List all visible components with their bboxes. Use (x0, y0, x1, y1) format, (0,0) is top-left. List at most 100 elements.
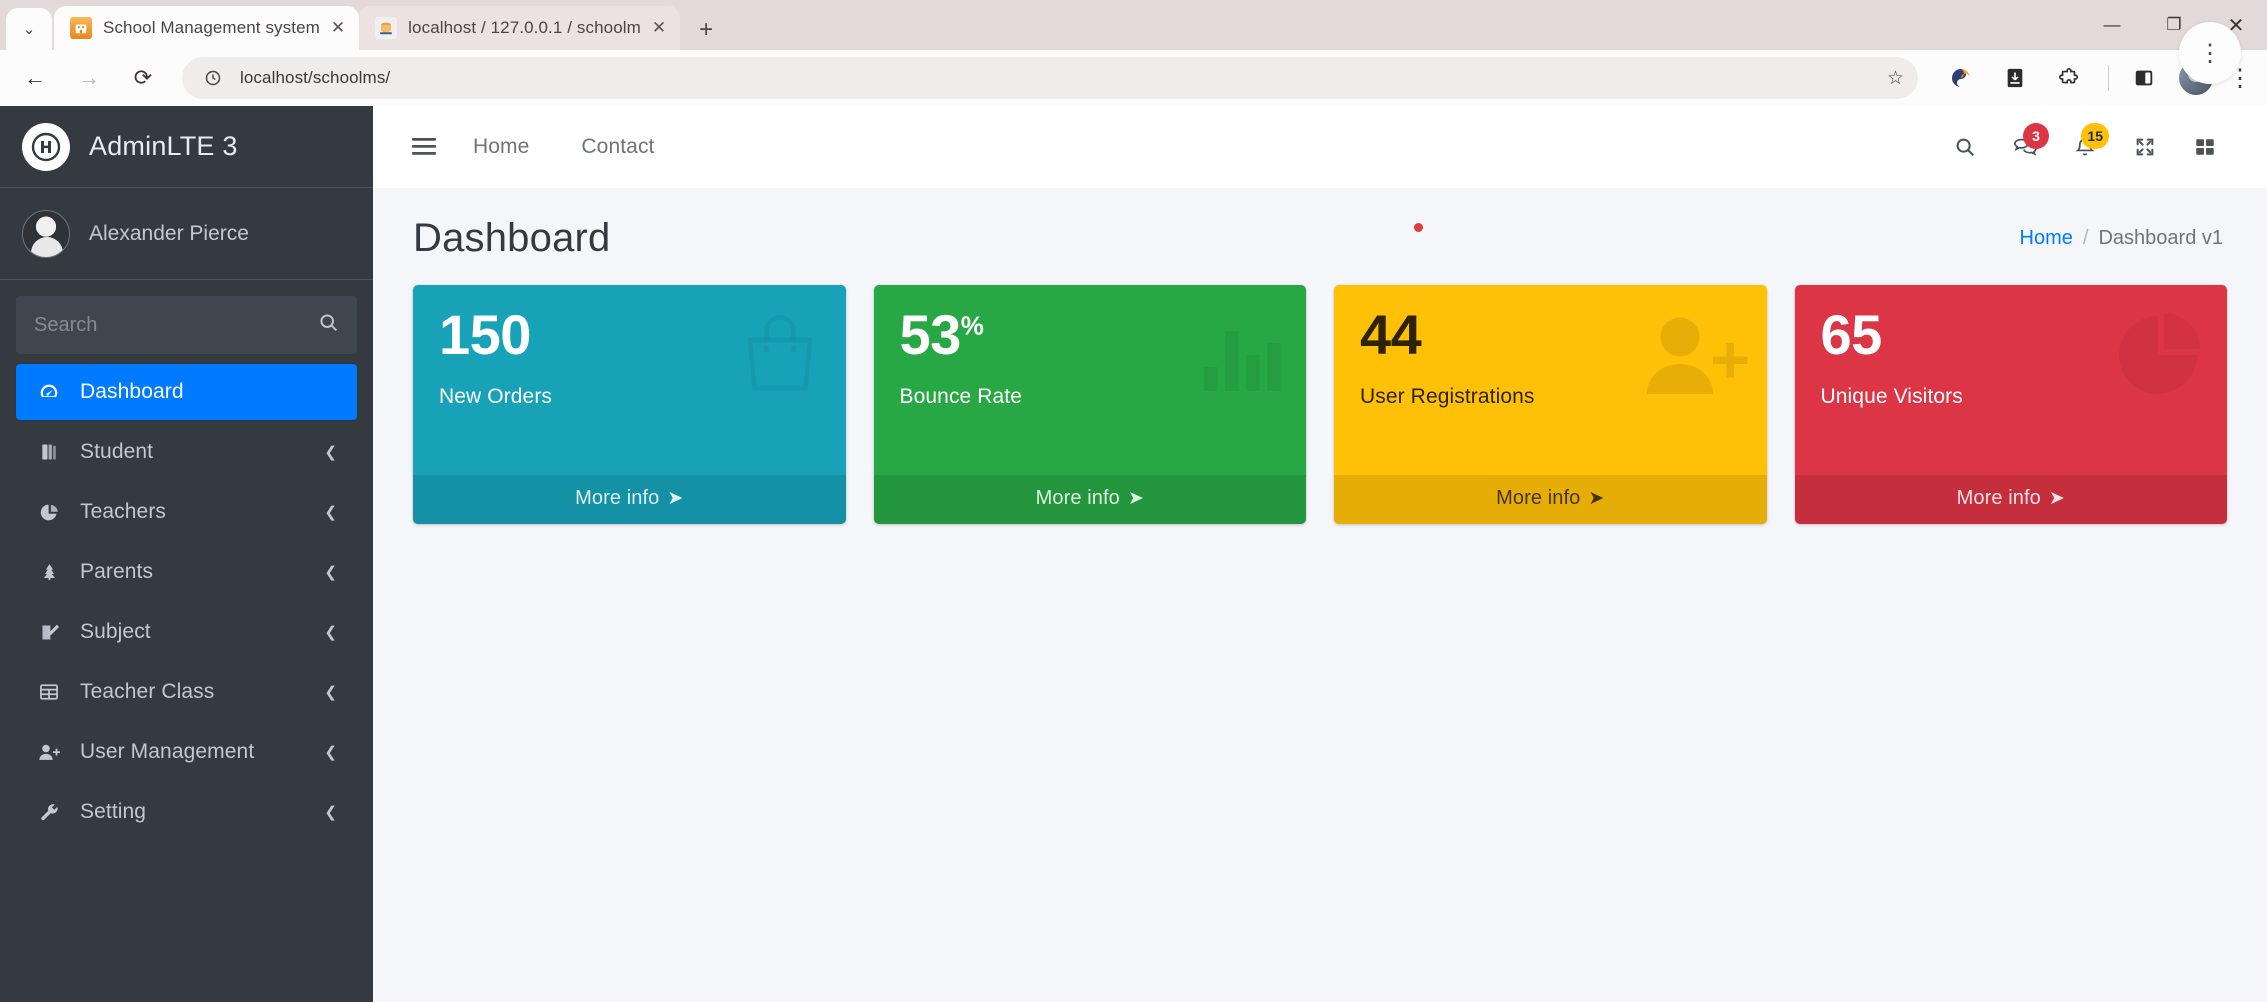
navbar-link-contact[interactable]: Contact (555, 135, 680, 159)
small-box-more-info-link[interactable]: More info ➤ (1794, 475, 2227, 524)
small-box-body: 53% Bounce Rate (874, 285, 1307, 475)
navbar-link-home[interactable]: Home (447, 135, 555, 159)
arrow-circle-right-icon: ➤ (1127, 488, 1144, 509)
bookmark-star-icon[interactable]: ☆ (1887, 67, 1904, 90)
sidebar-item-user-management[interactable]: User Management ❮ (16, 724, 357, 780)
small-box-more-info-link[interactable]: More info ➤ (413, 475, 846, 524)
sidebar-item-dashboard[interactable]: Dashboard (16, 364, 357, 420)
breadcrumb: Home / Dashboard v1 (2020, 227, 2223, 250)
search-input[interactable] (34, 313, 318, 337)
chevron-left-icon: ❮ (324, 684, 337, 701)
page-title: Dashboard (413, 216, 611, 260)
address-bar[interactable]: localhost/schoolms/ ☆ (182, 57, 1918, 99)
main-sidebar: AdminLTE 3 Alexander Pierce Search Dashb… (0, 106, 373, 1002)
sidebar-item-label: Setting (80, 800, 147, 823)
breadcrumb-current: Dashboard v1 (2098, 227, 2223, 249)
edit-square-icon (36, 622, 62, 643)
navbar-fullscreen-button[interactable] (2115, 117, 2175, 177)
avatar (22, 209, 70, 258)
content-header: Dashboard Home / Dashboard v1 (373, 188, 2267, 271)
chevron-left-icon: ❮ (324, 444, 337, 461)
person-add-icon (1641, 307, 1749, 417)
user-plus-icon (36, 742, 62, 763)
cursor-marker (1414, 223, 1423, 232)
sidebar-user-panel[interactable]: Alexander Pierce (0, 188, 373, 280)
floating-menu-overlay[interactable]: ⋮ (2179, 22, 2241, 84)
more-info-label: More info (575, 487, 660, 509)
minimize-button[interactable]: — (2081, 0, 2143, 50)
navbar-control-sidebar-button[interactable] (2175, 117, 2235, 177)
breadcrumb-separator: / (2082, 227, 2089, 249)
tachometer-icon (36, 381, 62, 403)
pie-chart-icon (2113, 307, 2209, 417)
phpmyadmin-icon (375, 17, 398, 39)
navbar-search-button[interactable] (1935, 117, 1995, 177)
more-info-label: More info (1496, 487, 1581, 509)
navbar-messages-button[interactable]: 3 (1995, 117, 2055, 177)
browser-toolbar: ← → ⟳ localhost/schoolms/ ☆ ⋮ ⋮ (0, 22, 2267, 106)
tab-search-button[interactable]: ⌄ (6, 8, 52, 50)
extension-color-icon[interactable] (1936, 53, 1986, 103)
browser-tab-school-management[interactable]: School Management system ✕ (54, 6, 360, 50)
small-box-more-info-link[interactable]: More info ➤ (1334, 475, 1767, 524)
sidebar-item-label: Teacher Class (80, 680, 215, 703)
close-icon[interactable]: ✕ (652, 18, 666, 38)
more-info-label: More info (1035, 487, 1120, 509)
small-box-more-info-link[interactable]: More info ➤ (873, 475, 1306, 524)
chevron-left-icon: ❮ (324, 624, 337, 641)
sidebar-item-parents[interactable]: Parents ❮ (16, 544, 357, 600)
tree-icon (36, 562, 62, 582)
user-name: Alexander Pierce (89, 221, 249, 245)
plus-icon: + (699, 16, 714, 43)
content-wrapper: Home Contact 3 15 Dashboard Home / Dashb… (373, 106, 2267, 1002)
new-tab-button[interactable]: + (686, 10, 726, 50)
sidebar-item-setting[interactable]: Setting ❮ (16, 784, 357, 840)
tune-icon[interactable] (200, 65, 226, 91)
small-box-row: 150 New Orders More info ➤ 53% Bounce Rat… (373, 271, 2267, 524)
sidebar-search-form[interactable] (16, 296, 357, 354)
chevron-left-icon: ❮ (324, 564, 337, 581)
side-panel-icon[interactable] (2119, 53, 2169, 103)
breadcrumb-home-link[interactable]: Home (2020, 227, 2073, 250)
reload-icon: ⟳ (133, 65, 153, 90)
brand-link[interactable]: AdminLTE 3 (0, 106, 373, 188)
close-icon[interactable]: ✕ (331, 18, 345, 38)
chevron-down-icon: ⌄ (22, 21, 36, 38)
table-icon (36, 681, 62, 703)
minimize-icon: — (2103, 15, 2121, 34)
sidebar-item-label: User Management (80, 740, 255, 763)
arrow-left-icon: ← (24, 65, 46, 90)
arrow-circle-right-icon: ➤ (1588, 488, 1605, 509)
forward-button[interactable]: → (64, 53, 114, 103)
browser-tab-phpmyadmin[interactable]: localhost / 127.0.0.1 / schoolm ✕ (359, 6, 681, 50)
arrow-circle-right-icon: ➤ (667, 488, 684, 509)
page-viewport: AdminLTE 3 Alexander Pierce Search Dashb… (0, 106, 2267, 1002)
small-box-sup: % (960, 310, 984, 341)
small-box-body: 65 Unique Visitors (1795, 285, 2228, 475)
navbar-notifications-button[interactable]: 15 (2055, 117, 2115, 177)
sidebar-item-student[interactable]: Student ❮ (16, 424, 357, 480)
sidebar-search-wrapper (0, 280, 373, 362)
extension-pill (1932, 53, 2098, 103)
sidebar-item-label: Dashboard (80, 380, 184, 403)
search-icon[interactable] (318, 312, 339, 339)
url-text: localhost/schoolms/ (240, 68, 391, 87)
sidebar-toggle-button[interactable] (401, 137, 447, 157)
tab-strip: ⌄ School Management system ✕ localhost /… (0, 0, 2267, 50)
tab-title: School Management system (103, 18, 320, 37)
reload-button[interactable]: ⟳ (118, 53, 168, 103)
sidebar-nav: Dashboard Student ❮ Teachers ❮ Parents ❮… (0, 362, 373, 860)
back-button[interactable]: ← (10, 53, 60, 103)
more-info-label: More info (1956, 487, 2041, 509)
puzzle-icon[interactable] (2044, 53, 2094, 103)
content-body-empty (373, 524, 2267, 1002)
browser-window: ⌄ School Management system ✕ localhost /… (0, 0, 2267, 1002)
sidebar-item-teachers[interactable]: Teachers ❮ (16, 484, 357, 540)
sidebar-item-subject[interactable]: Subject ❮ (16, 604, 357, 660)
status-badge: 3 (2023, 123, 2049, 149)
arrow-circle-right-icon: ➤ (2048, 488, 2065, 509)
shopping-bag-icon (732, 307, 828, 417)
main-navbar: Home Contact 3 15 (373, 106, 2267, 188)
download-icon[interactable] (1990, 53, 2040, 103)
sidebar-item-teacher-class[interactable]: Teacher Class ❮ (16, 664, 357, 720)
